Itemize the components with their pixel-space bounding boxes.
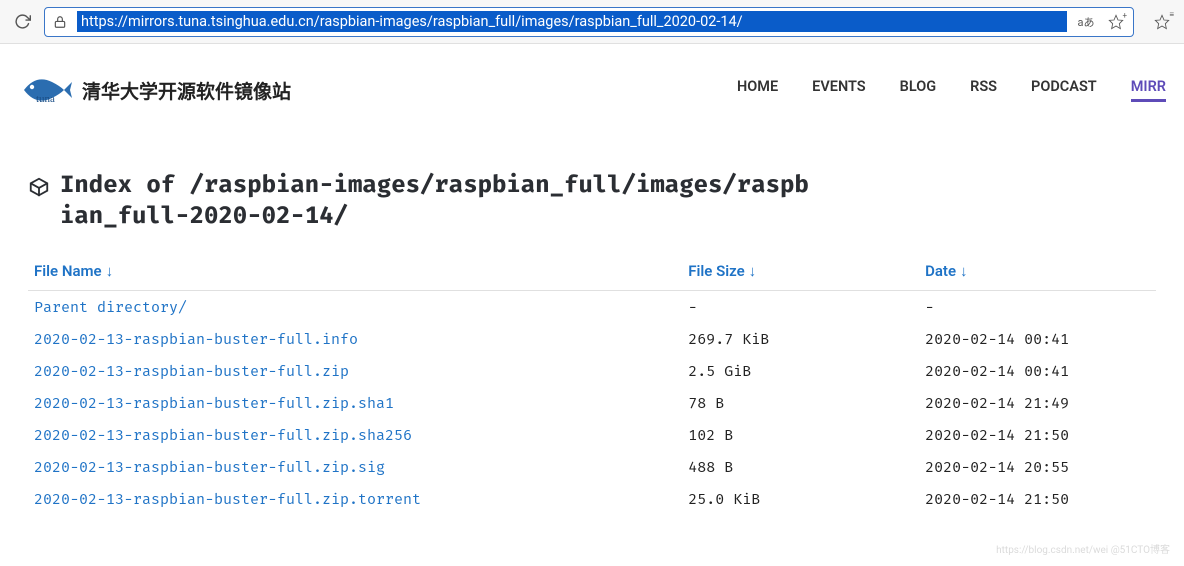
header-file-size[interactable]: File Size ↓	[682, 254, 919, 291]
nav-rss[interactable]: RSS	[970, 78, 997, 102]
cell-file-size: 78 B	[682, 387, 919, 419]
table-row: 2020-02-13-raspbian-buster-full.zip.sha1…	[28, 387, 1156, 419]
cell-file-size: 102 B	[682, 419, 919, 451]
file-link[interactable]: 2020-02-13-raspbian-buster-full.zip.sha1	[34, 394, 394, 412]
index-path-text: Index of /raspbian-images/raspbian_full/…	[60, 170, 820, 232]
favorite-button[interactable]: +	[1105, 11, 1127, 33]
tuna-fish-icon: tuna	[18, 70, 74, 110]
index-prefix: Index of	[60, 171, 190, 199]
cell-date: 2020-02-14 21:49	[919, 387, 1156, 419]
table-row: Parent directory/ --	[28, 291, 1156, 324]
table-header-row: File Name↓ File Size↓ Date↓	[28, 254, 1156, 291]
table-row: 2020-02-13-raspbian-buster-full.info 269.…	[28, 323, 1156, 355]
collections-button[interactable]: ≡	[1150, 10, 1174, 34]
main-nav: HOME EVENTS BLOG RSS PODCAST MIRR	[737, 78, 1166, 102]
sort-arrow-icon: ↓	[106, 262, 114, 280]
plus-icon: ≡	[1169, 10, 1174, 19]
cell-file-size: -	[682, 291, 919, 324]
cell-date: 2020-02-14 00:41	[919, 355, 1156, 387]
table-row: 2020-02-13-raspbian-buster-full.zip.torr…	[28, 483, 1156, 515]
file-link[interactable]: 2020-02-13-raspbian-buster-full.info	[34, 330, 358, 348]
file-link[interactable]: 2020-02-13-raspbian-buster-full.zip	[34, 362, 349, 380]
nav-podcast[interactable]: PODCAST	[1031, 78, 1097, 102]
site-logo[interactable]: tuna 清华大学开源软件镜像站	[18, 70, 291, 110]
nav-home[interactable]: HOME	[737, 78, 778, 102]
sort-arrow-icon: ↓	[749, 262, 757, 280]
table-row: 2020-02-13-raspbian-buster-full.zip.sha2…	[28, 419, 1156, 451]
cell-date: 2020-02-14 20:55	[919, 451, 1156, 483]
nav-events[interactable]: EVENTS	[812, 78, 865, 102]
file-listing-table: File Name↓ File Size↓ Date↓ Parent direc…	[28, 254, 1156, 515]
cell-file-size: 2.5 GiB	[682, 355, 919, 387]
nav-mirror[interactable]: MIRR	[1131, 78, 1166, 102]
lock-icon[interactable]	[51, 13, 69, 31]
cell-file-size: 25.0 KiB	[682, 483, 919, 515]
page-content: tuna 清华大学开源软件镜像站 HOME EVENTS BLOG RSS PO…	[0, 44, 1184, 515]
cell-file-name: 2020-02-13-raspbian-buster-full.zip.sha2…	[28, 419, 682, 451]
page-title: Index of /raspbian-images/raspbian_full/…	[28, 170, 1156, 232]
cell-file-name: 2020-02-13-raspbian-buster-full.zip	[28, 355, 682, 387]
cell-date: 2020-02-14 21:50	[919, 419, 1156, 451]
header-date-label: Date	[925, 262, 956, 280]
cell-date: -	[919, 291, 1156, 324]
logo-text: tuna	[36, 93, 55, 105]
site-header: tuna 清华大学开源软件镜像站 HOME EVENTS BLOG RSS PO…	[18, 70, 1166, 110]
address-bar-url[interactable]: https://mirrors.tuna.tsinghua.edu.cn/ras…	[77, 11, 1067, 32]
header-file-size-label: File Size	[688, 262, 744, 280]
header-date[interactable]: Date↓	[919, 254, 1156, 291]
package-icon	[28, 175, 50, 206]
index-section: Index of /raspbian-images/raspbian_full/…	[18, 170, 1166, 515]
nav-blog[interactable]: BLOG	[900, 78, 936, 102]
cell-file-name: Parent directory/	[28, 291, 682, 324]
sort-arrow-icon: ↓	[960, 262, 968, 280]
browser-toolbar: https://mirrors.tuna.tsinghua.edu.cn/ras…	[0, 0, 1184, 44]
cell-file-name: 2020-02-13-raspbian-buster-full.zip.sha1	[28, 387, 682, 419]
table-row: 2020-02-13-raspbian-buster-full.zip.sig 4…	[28, 451, 1156, 483]
cell-file-name: 2020-02-13-raspbian-buster-full.zip.sig	[28, 451, 682, 483]
file-link[interactable]: Parent directory/	[34, 298, 187, 316]
cell-file-size: 488 B	[682, 451, 919, 483]
watermark: https://blog.csdn.net/wei @51CTO博客	[996, 541, 1170, 556]
cell-file-size: 269.7 KiB	[682, 323, 919, 355]
site-title: 清华大学开源软件镜像站	[82, 77, 291, 104]
address-bar: https://mirrors.tuna.tsinghua.edu.cn/ras…	[44, 7, 1134, 37]
header-file-name-label: File Name	[34, 262, 102, 280]
table-row: 2020-02-13-raspbian-buster-full.zip 2.5 G…	[28, 355, 1156, 387]
cell-file-name: 2020-02-13-raspbian-buster-full.info	[28, 323, 682, 355]
reading-mode-button[interactable]: aあ	[1075, 11, 1097, 33]
plus-icon: +	[1122, 11, 1127, 20]
refresh-button[interactable]	[10, 10, 34, 34]
file-link[interactable]: 2020-02-13-raspbian-buster-full.zip.sig	[34, 458, 385, 476]
file-link[interactable]: 2020-02-13-raspbian-buster-full.zip.torr…	[34, 490, 421, 508]
cell-date: 2020-02-14 00:41	[919, 323, 1156, 355]
cell-date: 2020-02-14 21:50	[919, 483, 1156, 515]
header-file-name[interactable]: File Name↓	[28, 254, 682, 291]
cell-file-name: 2020-02-13-raspbian-buster-full.zip.torr…	[28, 483, 682, 515]
file-link[interactable]: 2020-02-13-raspbian-buster-full.zip.sha2…	[34, 426, 412, 444]
